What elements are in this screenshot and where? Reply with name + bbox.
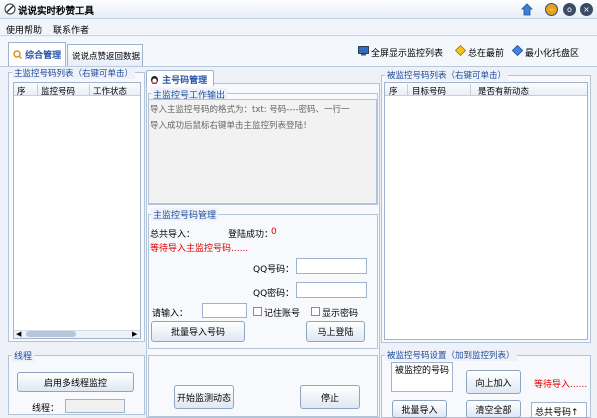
scroll-thumb[interactable] [26, 331, 76, 337]
batch-import-numbers-button[interactable]: 批量导入号码 [151, 321, 245, 342]
maximize-button[interactable]: o [563, 3, 576, 16]
main-monitor-title: 主监控号码列表（右键可单击） [12, 67, 136, 79]
start-monitor-button[interactable]: 开始监测动态 [174, 385, 234, 409]
monitored-number-input[interactable]: 被监控的号码 [391, 362, 453, 392]
thread-count-input[interactable] [65, 399, 125, 413]
col-monitor-number[interactable]: 监控号码 [41, 85, 75, 97]
qq-number-input[interactable] [296, 258, 367, 274]
menu-bar [0, 19, 597, 36]
target-list[interactable] [384, 82, 588, 340]
tray-icon [512, 45, 523, 56]
main-monitor-list[interactable] [13, 82, 141, 339]
pin-icon [455, 45, 466, 56]
add-up-button[interactable]: 向上加入 [466, 370, 521, 394]
qq-penguin-icon [151, 76, 158, 84]
home-icon[interactable] [521, 3, 533, 16]
thread-title: 线程 [12, 349, 35, 362]
col-work-status[interactable]: 工作状态 [93, 85, 127, 97]
tab-main-number-mgmt-label: 主号码管理 [162, 76, 208, 86]
clear-all-button[interactable]: 清空全部 [466, 400, 521, 418]
monitored-settings-title: 被监控号码设置（加到监控列表） [385, 349, 517, 361]
col-target-index[interactable]: 序 [389, 85, 398, 97]
target-list-title: 被监控号码列表（右键可单击） [385, 69, 509, 81]
scroll-left-arrow[interactable]: ◀ [16, 331, 21, 338]
tab-return-data[interactable]: 说说点赞返回数据 [67, 44, 143, 66]
show-password-label[interactable]: 显示密码 [322, 306, 358, 319]
captcha-label: 请输入： [152, 309, 189, 319]
batch-import-button[interactable]: 批量导入 [392, 400, 447, 418]
stop-button[interactable]: 停止 [300, 385, 360, 409]
minimize-to-tray-toggle[interactable]: 最小化托盘区 [525, 46, 579, 59]
window-title: 说说实时秒赞工具 [18, 6, 95, 17]
menu-help[interactable]: 使用帮助 [6, 23, 42, 36]
app-icon [4, 3, 16, 15]
total-numbers-label: 总共号码↑ [531, 402, 587, 418]
col-divider [89, 84, 90, 95]
minimize-button[interactable]: – [545, 3, 558, 16]
qq-number-label: QQ号码： [253, 265, 295, 275]
total-imported-label: 总共导入： [150, 230, 196, 240]
captcha-input[interactable] [202, 303, 247, 318]
login-success-count: 0 [271, 227, 277, 237]
menu-contact[interactable]: 联系作者 [53, 23, 89, 36]
col-divider [407, 84, 408, 95]
remember-account-checkbox[interactable] [253, 307, 262, 316]
col-divider [470, 84, 471, 95]
enable-multithread-button[interactable]: 启用多线程监控 [17, 372, 134, 392]
monitored-number-label: 被监控的号码 [394, 366, 449, 376]
remember-account-label[interactable]: 记住账号 [264, 306, 300, 319]
search-icon [13, 50, 22, 59]
monitor-icon [358, 46, 369, 56]
login-success-label: 登陆成功： [228, 230, 274, 240]
waiting-status: 等待导入主监控号码...... [150, 244, 249, 254]
qq-password-input[interactable] [296, 282, 367, 298]
qq-password-label: QQ密码： [253, 289, 295, 299]
output-line: 导入成功后鼠标右键单击主监控列表登陆！ [150, 121, 312, 131]
login-now-button[interactable]: 马上登陆 [306, 321, 365, 342]
monitored-waiting-status: 等待导入...... [534, 380, 588, 390]
col-divider [37, 84, 38, 95]
thread-label: 线程： [32, 404, 60, 414]
col-index[interactable]: 序 [17, 85, 26, 97]
fullscreen-toggle[interactable]: 全屏显示监控列表 [371, 46, 443, 59]
always-on-top-toggle[interactable]: 总在最前 [468, 46, 504, 59]
output-line: 导入主监控号码的格式为：txt: 号码----密码、一行一 [150, 105, 350, 115]
tab-main-number-mgmt[interactable]: 主号码管理 [146, 70, 214, 86]
tab-overview-label: 综合管理 [25, 51, 62, 61]
show-password-checkbox[interactable] [311, 307, 320, 316]
manage-title: 主监控号码管理 [151, 208, 219, 221]
output-log[interactable]: 导入主监控号码的格式为：txt: 号码----密码、一行一 导入成功后鼠标右键单… [148, 99, 377, 204]
close-button[interactable]: × [580, 3, 593, 16]
col-target-number[interactable]: 目标号码 [412, 85, 446, 97]
tab-overview[interactable]: 综合管理 [8, 42, 66, 66]
scroll-right-arrow[interactable]: ▶ [132, 331, 137, 338]
col-new-activity[interactable]: 是否有新动态 [478, 85, 529, 97]
